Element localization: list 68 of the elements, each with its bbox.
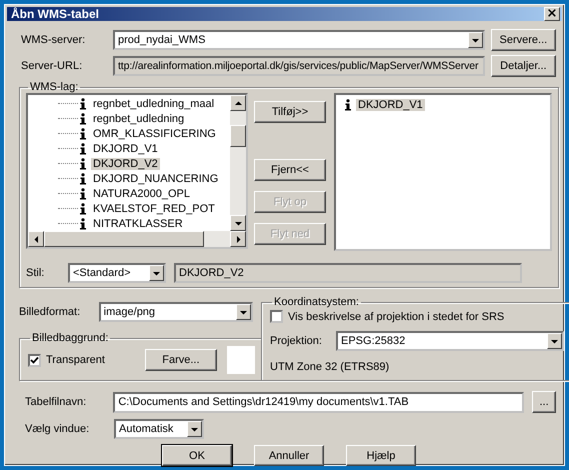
tree-item[interactable]: DKJORD_NUANCERING bbox=[28, 171, 230, 186]
info-icon bbox=[79, 218, 87, 230]
info-icon bbox=[344, 98, 352, 110]
layer-action-button[interactable]: Tilføj>> bbox=[254, 101, 326, 123]
info-icon bbox=[79, 98, 87, 110]
scroll-arrow-icon[interactable] bbox=[234, 100, 242, 106]
field-label: Tabelfilnavn: bbox=[24, 396, 88, 408]
horizontal-scrollbar[interactable] bbox=[28, 231, 246, 247]
color-swatch bbox=[226, 346, 255, 374]
tree-item[interactable]: DKJORD_V2 bbox=[28, 156, 230, 171]
dropdown-field[interactable]: Automatisk bbox=[114, 419, 204, 439]
dropdown-arrow-icon[interactable] bbox=[472, 36, 479, 44]
info-icon bbox=[79, 172, 87, 184]
field-label: Billedformat: bbox=[19, 306, 82, 318]
field-label: Projektion: bbox=[270, 335, 323, 347]
dialog-button[interactable]: Hjælp bbox=[346, 445, 416, 466]
checkbox[interactable] bbox=[270, 310, 283, 323]
dropdown-field[interactable]: <Standard> bbox=[68, 263, 166, 283]
browse-button[interactable]: ... bbox=[532, 391, 556, 413]
tree-item[interactable]: OMR_KLASSIFICERING bbox=[28, 126, 230, 141]
info-icon bbox=[79, 188, 87, 200]
info-icon bbox=[79, 142, 87, 154]
dropdown-field[interactable]: image/png bbox=[98, 302, 253, 322]
info-icon bbox=[79, 128, 87, 140]
info-icon bbox=[79, 202, 87, 214]
layer-action-button[interactable]: Fjern<< bbox=[254, 159, 326, 181]
info-icon bbox=[79, 112, 87, 124]
checkbox-label: Vis beskrivelse af projektion i stedet for SRS bbox=[288, 310, 504, 322]
list-item[interactable]: DKJORD_V1 bbox=[344, 97, 550, 112]
scrollbar-thumb[interactable] bbox=[230, 125, 246, 147]
style-name-field[interactable]: DKJORD_V2 bbox=[174, 263, 522, 283]
scroll-arrow-icon[interactable] bbox=[234, 236, 242, 242]
field-label: Stil: bbox=[26, 267, 46, 279]
tree-item[interactable]: KVAELSTOF_RED_POT bbox=[28, 201, 230, 216]
dialog-button[interactable]: OK bbox=[162, 445, 232, 466]
projection-description: UTM Zone 32 (ETRS89) bbox=[270, 361, 390, 373]
dialog-button[interactable]: Annuller bbox=[254, 445, 324, 466]
field-label: Server-URL: bbox=[20, 60, 84, 72]
scrollbar-thumb[interactable] bbox=[44, 231, 204, 247]
group-title: Koordinatsystem: bbox=[273, 296, 360, 308]
dropdown-field[interactable]: prod_nydai_WMS bbox=[112, 30, 485, 50]
vertical-scrollbar[interactable] bbox=[230, 95, 246, 231]
tree-item[interactable]: regnbet_udledning_maal bbox=[28, 96, 230, 111]
group-title: WMS-lag: bbox=[29, 81, 80, 93]
servers-button[interactable]: Servere... bbox=[490, 29, 556, 51]
dropdown-arrow-icon[interactable] bbox=[551, 338, 558, 344]
close-button[interactable]: × bbox=[544, 7, 560, 21]
window-title: Åbn WMS-tabel bbox=[11, 7, 99, 21]
checkbox-label: Transparent bbox=[46, 354, 105, 366]
filename-field[interactable]: C:\Documents and Settings\dr12419\my documents\v1.TAB bbox=[113, 392, 524, 412]
tree-item[interactable]: NITRATKLASSER bbox=[28, 216, 230, 231]
field-label: Vælg vindue: bbox=[24, 423, 90, 435]
dropdown-arrow-icon[interactable] bbox=[234, 220, 242, 226]
details-button[interactable]: Detaljer... bbox=[490, 55, 556, 77]
tree-item[interactable]: regnbet_udledning bbox=[28, 111, 230, 126]
dropdown-field[interactable]: EPSG:25832 bbox=[336, 331, 564, 351]
color-button[interactable]: Farve... bbox=[144, 349, 217, 371]
dropdown-arrow-icon[interactable] bbox=[240, 308, 247, 316]
field-label: WMS-server: bbox=[20, 34, 86, 46]
group-title: Billedbaggrund: bbox=[31, 332, 110, 344]
url-field[interactable]: ttp://arealinformation.miljoeportal.dk/gis/services/public/MapServer/WMSServer bbox=[112, 56, 485, 76]
tree-item[interactable]: NATURA2000_OPL bbox=[28, 186, 230, 201]
info-icon bbox=[79, 158, 87, 170]
checkbox[interactable] bbox=[28, 354, 41, 366]
dropdown-arrow-icon[interactable] bbox=[153, 270, 160, 276]
scroll-arrow-icon[interactable] bbox=[32, 236, 40, 242]
tree-item[interactable]: DKJORD_V1 bbox=[28, 141, 230, 156]
dropdown-arrow-icon[interactable] bbox=[191, 426, 198, 432]
